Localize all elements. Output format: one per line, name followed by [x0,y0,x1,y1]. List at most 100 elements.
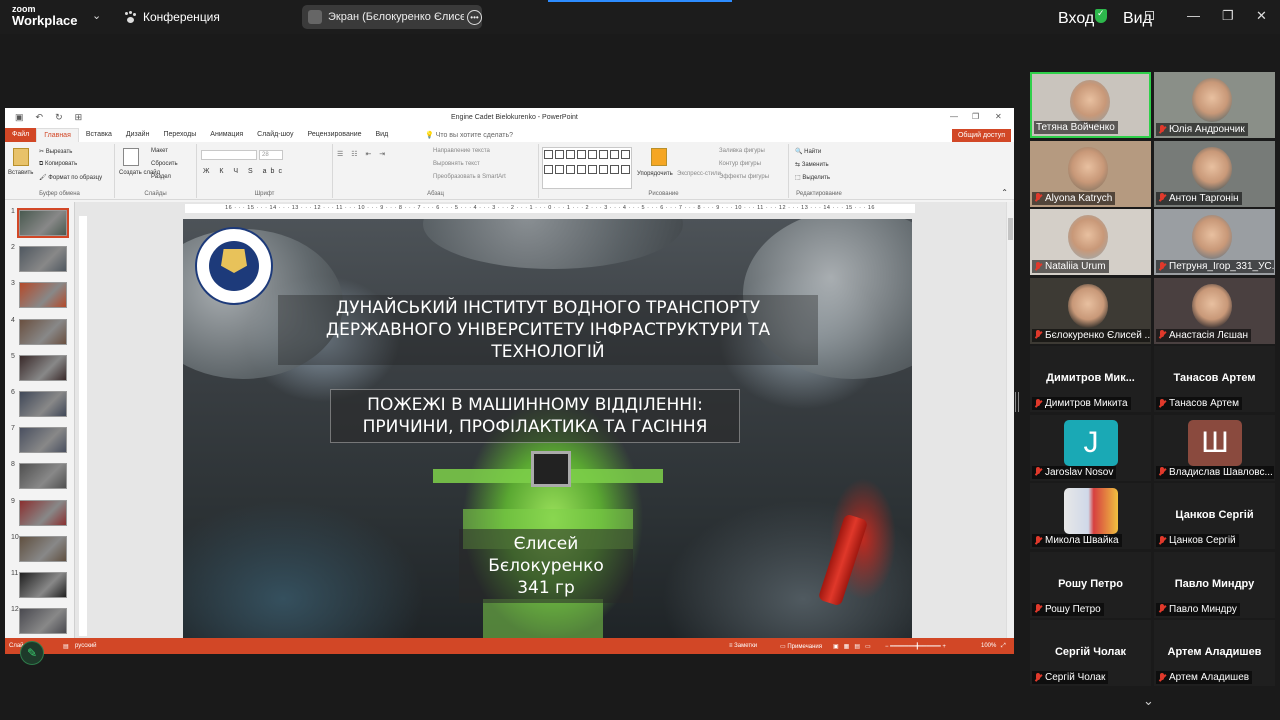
font-name-field[interactable] [201,150,257,160]
collapse-ribbon-icon[interactable]: ⌃ [1001,188,1008,197]
participant-tile[interactable]: Петруня_Ігор_331_УС... [1154,209,1275,275]
panel-resize-handle[interactable] [1015,392,1019,412]
shape-effects-button[interactable]: Эффекты фигуры [719,174,769,180]
slide-thumbnail[interactable]: 1 [9,208,71,238]
close-icon[interactable]: ✕ [1256,8,1267,24]
chevron-down-icon[interactable]: ⌄ [92,9,101,22]
slide-thumbnail[interactable]: 8 [9,461,71,491]
ppt-restore-icon[interactable]: ❐ [972,112,979,121]
reset-button[interactable]: Сбросить [151,161,178,167]
quick-styles-button[interactable]: Экспресс-стили [677,171,721,177]
smartart-button[interactable]: Преобразовать в SmartArt [433,174,506,180]
screen-share-pill[interactable]: Экран (Бєлокуренко Єлисей Ми ••• [302,5,482,29]
select-button[interactable]: ⬚ Выделить [795,174,830,181]
participant-tile[interactable]: Ш Владислав Шавловс... [1154,414,1275,481]
ppt-minimize-icon[interactable]: — [950,112,958,121]
participant-tile[interactable]: Артем Аладишев Артем Аладишев [1154,620,1275,686]
save-icon[interactable]: ▣ [15,112,24,123]
paste-button[interactable]: Вставить [8,170,33,176]
format-painter-button[interactable]: 🖌 Формат по образцу [39,174,102,181]
arrange-icon[interactable] [651,148,667,166]
minimize-icon[interactable]: — [1187,8,1200,23]
slide-thumbnail[interactable]: 11 [9,570,71,600]
login-button[interactable]: Вход [1058,10,1094,28]
participant-tile[interactable]: Танасов Артем Танасов Артем [1154,346,1275,412]
participant-tile[interactable]: Юлія Андрончик [1154,72,1275,138]
chevron-down-icon[interactable]: ⌄ [1143,693,1154,709]
copy-button[interactable]: ⧉ Копировать [39,161,77,168]
slideshow-icon[interactable]: ⊞ [75,112,83,123]
participant-tile[interactable]: Павло Миндру Павло Миндру [1154,551,1275,618]
status-language[interactable]: русский [75,643,97,649]
shape-fill-button[interactable]: Заливка фигуры [719,148,765,154]
layout-button[interactable]: Макет [151,148,168,154]
participant-tile[interactable]: Антон Таргонін [1154,140,1275,207]
font-size-field[interactable]: 28 [259,150,283,160]
view-buttons[interactable]: ▣▦▤▭ [833,643,876,650]
tab-slideshow[interactable]: Слайд-шоу [250,128,300,142]
participant-tile[interactable]: Микола Швайка [1030,483,1151,549]
slide-thumbnail[interactable]: 5 [9,353,71,383]
participant-tile[interactable]: J Jaroslav Nosov [1030,414,1151,481]
new-slide-icon[interactable] [123,148,139,166]
participant-tile[interactable]: Бєлокуренко Єлисей ... [1030,277,1151,344]
replace-button[interactable]: ⇆ Заменить [795,161,829,168]
slide-thumbnail[interactable]: 6 [9,389,71,419]
fit-slide-icon[interactable]: ⤢ [1001,643,1006,650]
annotate-pen-icon[interactable]: ✎ [20,641,44,665]
slide-thumbnail[interactable]: 2 [9,244,71,274]
align-text-button[interactable]: Выровнять текст [433,161,480,167]
tab-transitions[interactable]: Переходы [156,128,203,142]
restore-icon[interactable]: ❐ [1222,8,1234,24]
notes-button[interactable]: ≡ Заметки [729,643,757,649]
redo-icon[interactable]: ↻ [55,112,63,123]
participant-tile[interactable]: Цанков Сергій Цанков Сергій [1154,483,1275,549]
font-format-buttons[interactable]: Ж К Ч S abc [203,168,286,175]
tab-view[interactable]: Вид [369,128,396,142]
share-button[interactable]: Общий доступ [951,129,1011,142]
participant-tile[interactable]: Димитров Мик... Димитров Микита [1030,346,1151,412]
security-shield-icon[interactable] [1095,8,1107,23]
undo-icon[interactable]: ↶ [36,112,44,123]
participant-tile[interactable]: Сергій Чолак Сергій Чолак [1030,620,1151,686]
participant-tile[interactable]: Nataliia Urum [1030,209,1151,275]
cut-button[interactable]: ✂ Вырезать [39,148,72,155]
slide-thumbnail[interactable]: 9 [9,498,71,528]
slide-subtitle[interactable]: ПОЖЕЖІ В МАШИННОМУ ВІДДІЛЕННІ: ПРИЧИНИ, … [330,389,740,443]
find-button[interactable]: 🔍 Найти [795,148,821,155]
slide-title[interactable]: ДУНАЙСЬКИЙ ІНСТИТУТ ВОДНОГО ТРАНСПОРТУ Д… [278,295,818,365]
tab-review[interactable]: Рецензирование [300,128,368,142]
paste-icon[interactable] [13,148,29,166]
shape-outline-button[interactable]: Контур фигуры [719,161,761,167]
slide-thumbnail[interactable]: 10 [9,534,71,564]
participant-tile[interactable]: Тетяна Войченко [1030,72,1151,138]
text-direction-button[interactable]: Направление текста [433,148,490,154]
participant-tile[interactable]: Alyona Katrych [1030,140,1151,207]
more-options-icon[interactable]: ••• [467,9,482,25]
tab-home[interactable]: Главная [36,128,79,142]
zoom-slider[interactable]: − ━━━━━━━╋━━━━━━ + [885,643,946,650]
meeting-button[interactable]: Конференция [124,10,220,24]
shapes-gallery[interactable] [542,147,632,189]
tab-design[interactable]: Дизайн [119,128,157,142]
slide-thumbnail[interactable]: 4 [9,317,71,347]
slide-thumbnail[interactable]: 7 [9,425,71,455]
comments-button[interactable]: ▭ Примечания [780,643,822,650]
vertical-scrollbar[interactable] [1006,202,1014,638]
slide-thumbnail[interactable]: 3 [9,280,71,310]
arrange-button[interactable]: Упорядочить [637,171,673,177]
tell-me-search[interactable]: 💡 Что вы хотите сделать? [425,131,513,139]
list-buttons[interactable]: ☰ ☷ ⇤ ⇥ [337,150,388,158]
slide-author-box[interactable]: Єлисей Бєлокуренко 341 гр [459,529,633,603]
slide-thumbnail[interactable]: 12 [9,606,71,636]
participant-tile[interactable]: Анастасія Лєшан [1154,277,1275,344]
tab-animations[interactable]: Анимация [203,128,250,142]
slide-canvas[interactable]: ДУНАЙСЬКИЙ ІНСТИТУТ ВОДНОГО ТРАНСПОРТУ Д… [183,219,912,639]
tab-file[interactable]: Файл [5,128,37,142]
tab-insert[interactable]: Вставка [79,128,119,142]
view-grid-icon[interactable] [1145,11,1154,20]
section-button[interactable]: Раздел [151,174,171,180]
ppt-close-icon[interactable]: ✕ [995,112,1002,121]
zoom-level[interactable]: 100% [981,643,996,649]
participant-tile[interactable]: Рошу Петро Рошу Петро [1030,551,1151,618]
